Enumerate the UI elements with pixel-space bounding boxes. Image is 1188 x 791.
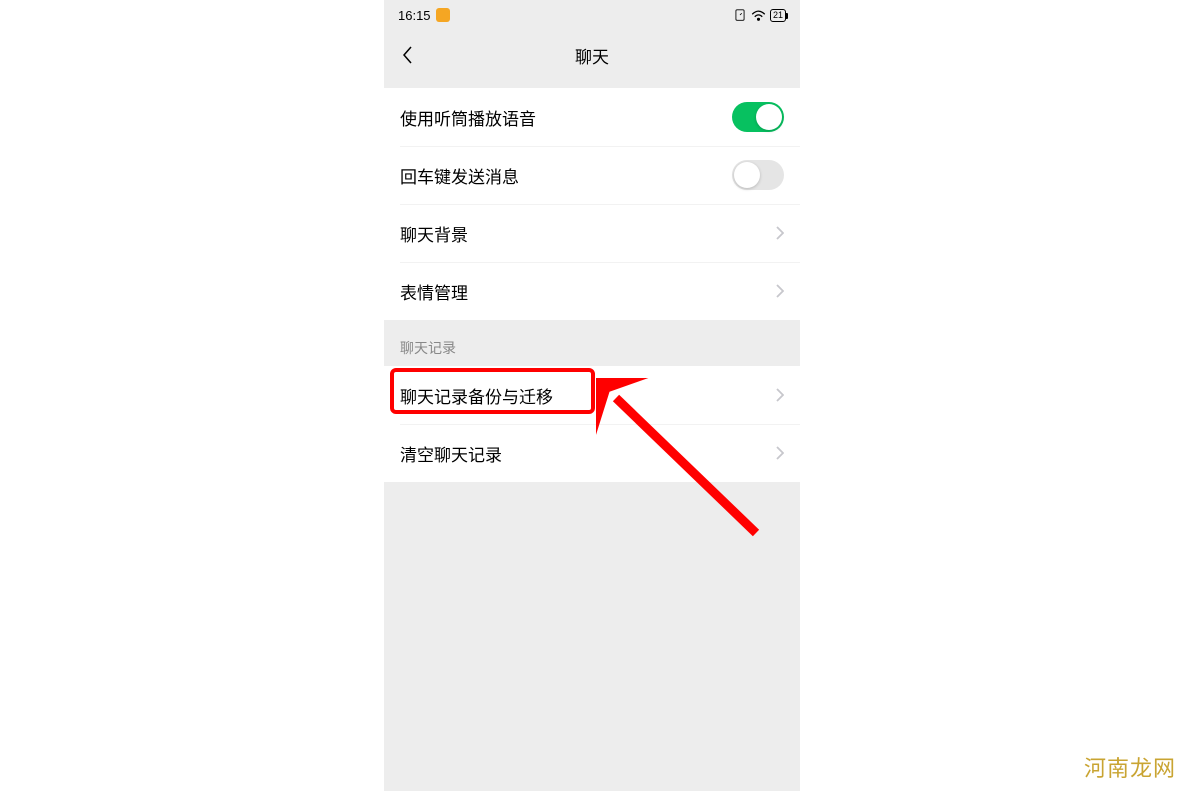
toggle-enter-send[interactable] xyxy=(732,160,784,190)
status-left: 16:15 xyxy=(398,8,450,23)
row-label: 聊天记录备份与迁移 xyxy=(400,383,553,408)
row-label: 回车键发送消息 xyxy=(400,163,519,188)
phone-screen: 16:15 21 聊天 使用听筒播放语音 回车键发送消息 聊 xyxy=(384,0,800,791)
watermark: 河南龙网 xyxy=(1084,751,1176,783)
toggle-knob xyxy=(756,104,782,130)
sim-icon xyxy=(733,8,747,22)
chevron-right-icon xyxy=(776,446,784,460)
row-label: 使用听筒播放语音 xyxy=(400,105,536,130)
row-emoji-management[interactable]: 表情管理 xyxy=(384,262,800,320)
settings-group-2: 聊天记录备份与迁移 清空聊天记录 xyxy=(384,366,800,482)
toggle-knob xyxy=(734,162,760,188)
section-header-records: 聊天记录 xyxy=(384,320,800,366)
chevron-right-icon xyxy=(776,388,784,402)
back-button[interactable] xyxy=(396,43,420,67)
nav-header: 聊天 xyxy=(384,30,800,80)
row-clear-records[interactable]: 清空聊天记录 xyxy=(384,424,800,482)
row-backup-migrate[interactable]: 聊天记录备份与迁移 xyxy=(384,366,800,424)
row-chat-background[interactable]: 聊天背景 xyxy=(384,204,800,262)
chevron-right-icon xyxy=(776,226,784,240)
chevron-right-icon xyxy=(776,284,784,298)
status-right: 21 xyxy=(733,8,786,22)
chevron-left-icon xyxy=(402,45,414,65)
page-title: 聊天 xyxy=(575,43,609,68)
settings-group-1: 使用听筒播放语音 回车键发送消息 聊天背景 表情管理 xyxy=(384,88,800,320)
row-label: 聊天背景 xyxy=(400,221,468,246)
status-app-icon xyxy=(436,8,450,22)
row-voice-speaker[interactable]: 使用听筒播放语音 xyxy=(384,88,800,146)
toggle-voice-speaker[interactable] xyxy=(732,102,784,132)
status-time: 16:15 xyxy=(398,8,431,23)
status-bar: 16:15 21 xyxy=(384,0,800,30)
row-enter-send[interactable]: 回车键发送消息 xyxy=(384,146,800,204)
battery-icon: 21 xyxy=(770,9,786,22)
row-label: 清空聊天记录 xyxy=(400,441,502,466)
row-label: 表情管理 xyxy=(400,279,468,304)
wifi-icon xyxy=(751,9,766,22)
